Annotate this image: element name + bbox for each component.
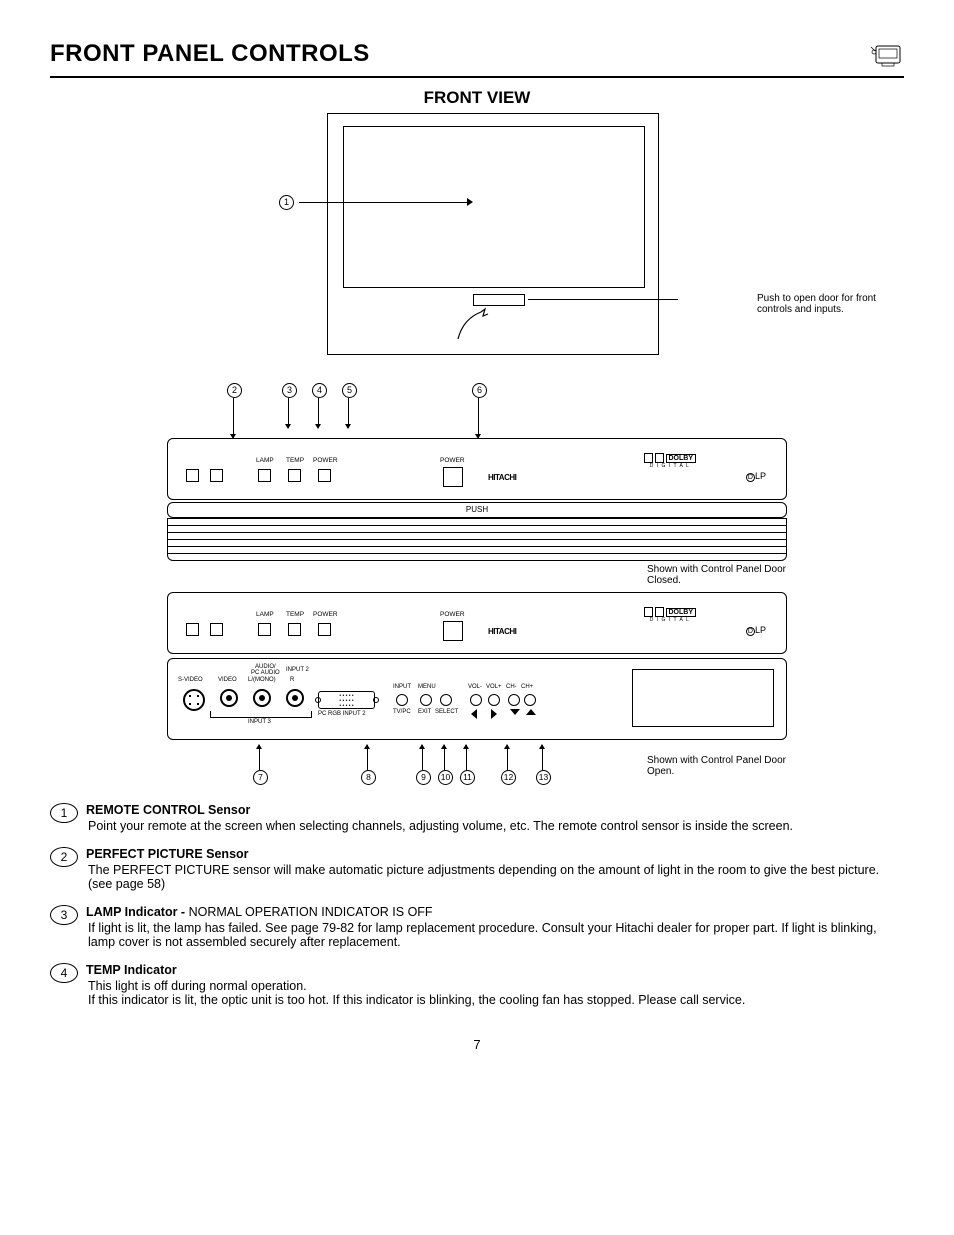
tv-front-diagram: 1 Push to open door for front controls a… [207,113,747,373]
bottom-callout-row: 7 8 9 10 11 12 13 [197,740,787,785]
front-panel-open-top: LAMP TEMP POWER POWER HITACHI DOLBY D I … [167,592,787,654]
speaker-slats [167,518,787,561]
front-panel-open-bottom: S-VIDEO VIDEO AUDIO/ PC AUDIO L/(MONO) R… [167,658,787,740]
desc-num-4: 4 [50,963,78,983]
desc-text-4: This light is off during normal operatio… [88,979,904,1007]
desc-title-3: LAMP Indicator - NORMAL OPERATION INDICA… [86,905,904,919]
top-callout-row: 2 3 4 5 6 [197,383,787,438]
desc-text-1: Point your remote at the screen when sel… [88,819,904,833]
desc-num-3: 3 [50,905,78,925]
front-panel-closed: LAMP TEMP POWER POWER HITACHI DOLBY D I … [167,438,787,500]
title-rule [50,76,904,78]
desc-num-2: 2 [50,847,78,867]
camera-device-icon [868,40,904,70]
page-number: 7 [50,1037,904,1052]
page-title: FRONT PANEL CONTROLS [50,40,370,68]
desc-title-1: REMOTE CONTROL Sensor [86,803,904,817]
desc-text-2: The PERFECT PICTURE sensor will make aut… [88,863,904,891]
desc-title-4: TEMP Indicator [86,963,904,977]
desc-num-1: 1 [50,803,78,823]
front-view-subtitle: FRONT VIEW [50,88,904,108]
desc-title-2: PERFECT PICTURE Sensor [86,847,904,861]
description-list: 1 REMOTE CONTROL Sensor Point your remot… [50,803,904,1007]
push-bar: PUSH [167,502,787,518]
desc-text-3: If light is lit, the lamp has failed. Se… [88,921,904,949]
push-door-note: Push to open door for front controls and… [757,293,887,315]
caption-closed: Shown with Control Panel Door Closed. [647,564,787,586]
